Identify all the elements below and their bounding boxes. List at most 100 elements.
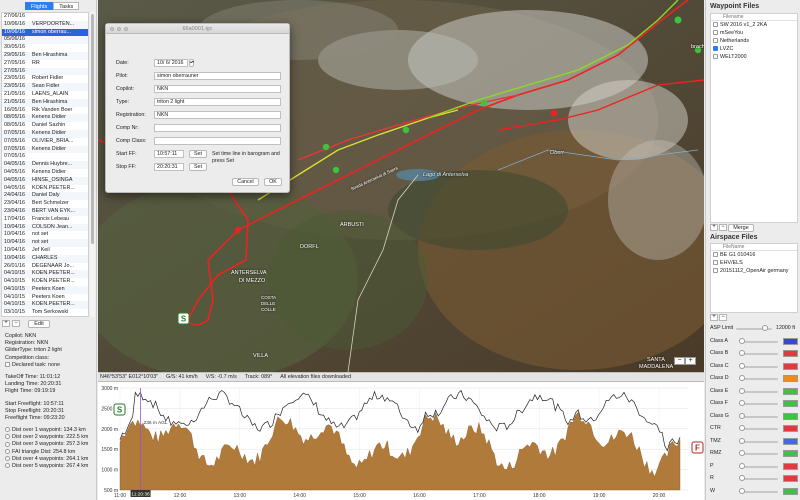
airspace-class-slider-knob[interactable]	[738, 437, 745, 444]
airspace-file-row[interactable]: EHV/ELS	[711, 259, 797, 267]
flight-list-row[interactable]: 24/04/16 Daniel Daly	[2, 192, 88, 201]
flight-list-row[interactable]: 07/05/16 Kenens Didier	[2, 145, 88, 154]
flight-list-row[interactable]: 23/04/16 Bert Schmelzer	[2, 200, 88, 208]
airspace-class-slider[interactable]	[740, 478, 778, 480]
waypoint-file-checkbox[interactable]	[713, 38, 718, 44]
tab-flights[interactable]: Flights	[25, 2, 54, 10]
airspace-class-color-swatch[interactable]	[783, 412, 798, 420]
airspace-class-slider[interactable]	[740, 440, 778, 443]
airspace-class-color-swatch[interactable]	[783, 387, 798, 395]
add-airspace-file-button[interactable]: +	[710, 314, 718, 321]
airspace-class-slider-knob[interactable]	[738, 375, 745, 381]
add-flight-button[interactable]: +	[2, 320, 10, 327]
airspace-file-row[interactable]: BE G1 010416	[711, 251, 797, 259]
airspace-class-slider[interactable]	[740, 415, 778, 418]
ok-button[interactable]: OK	[264, 178, 282, 186]
set-stop-ff-button[interactable]: Set	[189, 163, 207, 171]
airspace-class-slider-knob[interactable]	[738, 412, 745, 419]
airspace-class-slider-knob[interactable]	[738, 475, 745, 481]
airspace-class-slider[interactable]	[740, 365, 778, 368]
flight-list-row[interactable]: 10/06/16 simon oberrau...	[2, 28, 88, 37]
flight-list-row[interactable]: 07/05/16	[2, 153, 88, 161]
airspace-class-color-swatch[interactable]	[783, 450, 798, 457]
scrollbar-thumb[interactable]	[91, 14, 94, 244]
flight-list-row[interactable]: 16/05/16 Rik Vanden Boer	[2, 107, 88, 115]
airspace-class-slider-knob[interactable]	[738, 387, 745, 394]
distance-option[interactable]: FAI triangle Dist: 254.8 km	[5, 449, 95, 456]
flight-list-row[interactable]: 08/05/16 Kenens Didier	[2, 114, 88, 123]
set-start-ff-button[interactable]: Set	[189, 150, 207, 158]
airspace-class-color-swatch[interactable]	[783, 475, 798, 482]
add-waypoint-file-button[interactable]: +	[710, 224, 718, 231]
airspace-class-slider[interactable]	[740, 428, 778, 430]
edit-flight-button[interactable]: Edit	[28, 320, 50, 328]
flight-list-row[interactable]: 04/05/16 KOEN.PEETER...	[2, 185, 88, 193]
flight-list-row[interactable]: 10/04/16 Jef Keil	[2, 247, 88, 255]
airspace-class-slider[interactable]	[740, 340, 778, 343]
distance-radio[interactable]	[5, 434, 10, 440]
start-marker[interactable]: S	[181, 315, 187, 324]
flight-list-row[interactable]: 04/10/15 KOEN.PEETER...	[2, 270, 88, 279]
distance-option[interactable]: Dist over 2 waypoints: 222.5 km	[5, 434, 95, 441]
date-stepper[interactable]: ▴▾	[189, 59, 194, 67]
flight-list-row[interactable]: 23/05/16 Robert Fidler	[2, 75, 88, 83]
waypoint-file-row[interactable]: mSeeYou	[711, 29, 797, 37]
airspace-class-color-swatch[interactable]	[783, 337, 798, 345]
flight-list-row[interactable]: 30/05/16	[2, 44, 88, 52]
flight-list-row[interactable]: 07/05/16 Kenens Didier	[2, 129, 88, 138]
distance-option[interactable]: Dist over 3 waypoints: 257.3 km	[5, 441, 95, 448]
flight-list-row[interactable]: 21/05/16 Ben Hirashima	[2, 98, 88, 107]
zoom-in-button[interactable]: +	[685, 357, 696, 365]
merge-button[interactable]: Merge	[728, 224, 754, 232]
airspace-file-checkbox[interactable]	[713, 268, 718, 274]
tab-tasks[interactable]: Tasks	[53, 2, 80, 10]
registration-field[interactable]: NKN	[154, 111, 281, 119]
stop-ff-field[interactable]: 20:20:31	[154, 163, 184, 171]
flight-list-row[interactable]: 07/05/16 OLIVIER_BRIA...	[2, 138, 88, 146]
flight-list-row[interactable]: 04/05/16 Kenens Didier	[2, 169, 88, 177]
declared-task-checkbox[interactable]	[5, 361, 10, 367]
thermal-marker[interactable]	[322, 143, 330, 151]
airspace-class-color-swatch[interactable]	[783, 425, 798, 432]
flight-list-row[interactable]: 04/05/16 Dennis Huybre...	[2, 161, 88, 169]
remove-flight-button[interactable]: −	[12, 320, 20, 327]
airspace-filename-header[interactable]: FileName	[711, 244, 797, 251]
pilot-field[interactable]: simon oberrauner	[154, 72, 281, 80]
airspace-class-slider-knob[interactable]	[738, 450, 745, 456]
airspace-class-color-swatch[interactable]	[783, 362, 798, 370]
airspace-class-slider[interactable]	[740, 403, 778, 405]
flight-list-row[interactable]: 04/10/15 KOEN.PEETER...	[2, 301, 88, 310]
thermal-marker[interactable]	[332, 166, 340, 174]
start-ff-field[interactable]: 10:57:11	[154, 150, 184, 158]
waypoint-file-row[interactable]: SW 2016 v1_2 2KA	[711, 21, 797, 29]
flight-list-row[interactable]: 27/06/16	[2, 13, 88, 21]
flight-list-row[interactable]: 23/04/16 BERT VAN EYK...	[2, 207, 88, 216]
thermal-marker[interactable]	[674, 16, 682, 24]
copilot-field[interactable]: NKN	[154, 85, 281, 93]
flight-list-row[interactable]: 04/10/15 Peeters Koen	[2, 285, 88, 294]
airspace-class-color-swatch[interactable]	[783, 462, 798, 470]
airspace-file-checkbox[interactable]	[713, 252, 718, 258]
waypoint-file-checkbox[interactable]	[713, 30, 718, 36]
date-field[interactable]: 10/ 6/ 2016	[154, 59, 188, 67]
minimize-window-button[interactable]	[117, 27, 121, 31]
remove-airspace-file-button[interactable]: −	[719, 314, 727, 321]
airspace-class-color-swatch[interactable]	[783, 487, 798, 495]
airspace-class-slider-knob[interactable]	[738, 487, 745, 494]
airspace-class-color-swatch[interactable]	[783, 400, 798, 407]
thermal-marker[interactable]	[402, 126, 410, 134]
waypoint-file-checkbox[interactable]	[713, 22, 718, 28]
barogram[interactable]: 3000 m 2500 m 2000 m 1500 m 1000 m 500 m 11:00…	[98, 381, 704, 500]
flight-list-row[interactable]: 27/05/16	[2, 67, 88, 76]
flight-list-row[interactable]: 21/05/16 LAENS_ALAIN	[2, 91, 88, 99]
distance-radio[interactable]	[5, 448, 10, 454]
remove-waypoint-file-button[interactable]: −	[719, 224, 727, 231]
flight-list-row[interactable]: 10/04/16 not set	[2, 239, 88, 247]
airspace-class-slider[interactable]	[740, 390, 778, 393]
flight-list-row[interactable]: 10/04/16 CHARLES	[2, 254, 88, 263]
comp-class-field[interactable]	[154, 137, 281, 145]
airspace-class-slider[interactable]	[740, 453, 778, 455]
distance-radio[interactable]	[5, 441, 10, 447]
distance-radio[interactable]	[5, 455, 10, 461]
airspace-class-slider[interactable]	[740, 378, 778, 380]
